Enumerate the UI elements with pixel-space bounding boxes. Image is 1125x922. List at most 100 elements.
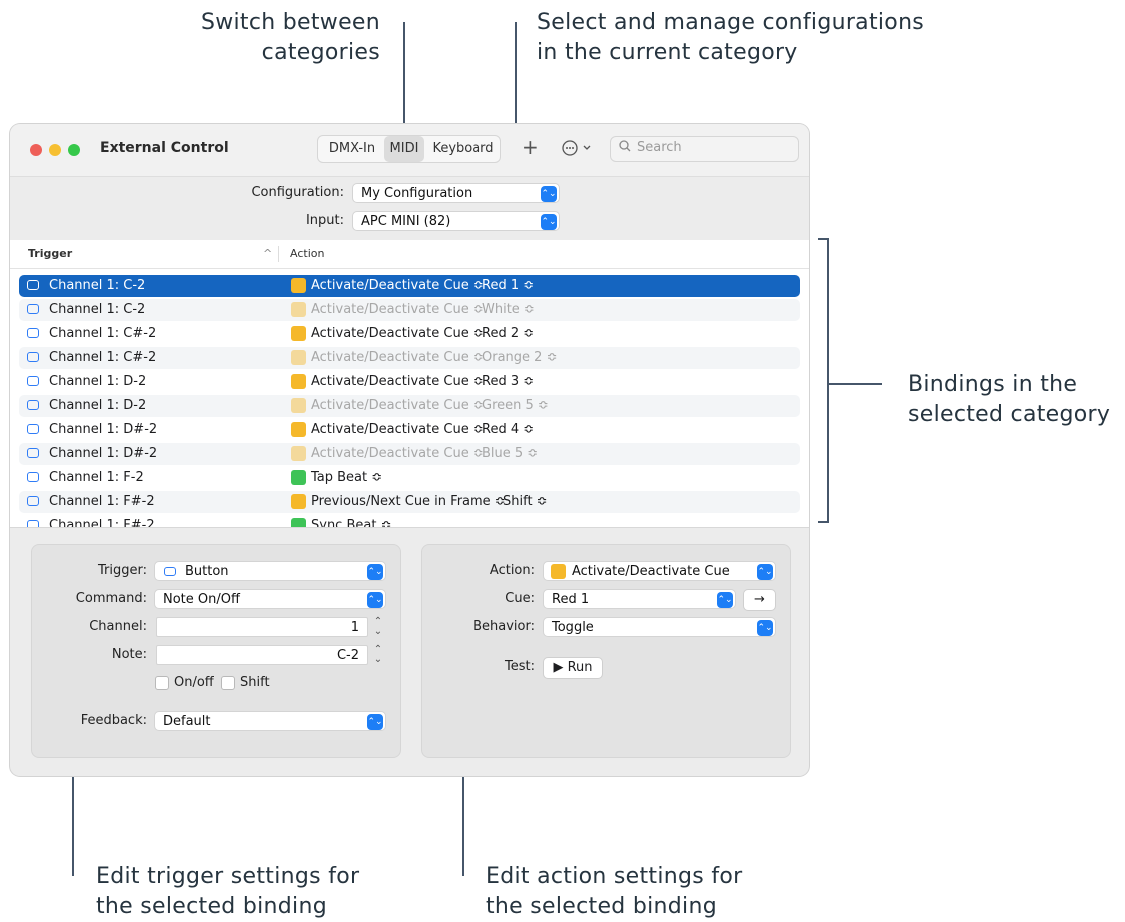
action-cell[interactable]: Tap Beat ≎ bbox=[311, 467, 382, 489]
action-value-cell[interactable]: Green 5 ≎ bbox=[482, 395, 549, 417]
action-cell[interactable]: Activate/Deactivate Cue ≎ bbox=[311, 323, 484, 345]
command-popup[interactable]: Note On/Off ⌃⌄ bbox=[154, 589, 386, 609]
button-trigger-icon bbox=[27, 520, 39, 527]
action-value-cell[interactable]: Blue 5 ≎ bbox=[482, 443, 538, 465]
table-header: Trigger ^ Action bbox=[10, 240, 809, 269]
table-row[interactable]: Channel 1: D-2 Activate/Deactivate Cue ≎ G… bbox=[19, 395, 800, 417]
action-cell[interactable]: Activate/Deactivate Cue ≎ bbox=[311, 299, 484, 321]
chevron-updown-icon: ⌃⌄ bbox=[717, 592, 733, 608]
action-cell[interactable]: Activate/Deactivate Cue ≎ bbox=[311, 275, 484, 297]
magnifier-svg bbox=[619, 140, 631, 152]
onoff-checkbox[interactable] bbox=[155, 676, 169, 690]
note-field[interactable]: C-2 bbox=[156, 645, 368, 665]
search-field[interactable]: Search bbox=[610, 136, 799, 162]
cue-action-icon bbox=[291, 326, 306, 341]
table-row[interactable]: Channel 1: C-2 Activate/Deactivate Cue ≎ R… bbox=[19, 275, 800, 297]
plus-icon[interactable]: + bbox=[522, 135, 539, 159]
annotation-line-1: Edit action settings for bbox=[486, 864, 743, 889]
channel-label: Channel: bbox=[89, 619, 147, 634]
feedback-value: Default bbox=[163, 714, 211, 729]
chevron-updown-icon: ⌃⌄ bbox=[367, 564, 383, 580]
onoff-label: On/off bbox=[174, 675, 214, 690]
column-divider[interactable] bbox=[278, 246, 279, 262]
action-label: Action: bbox=[489, 563, 535, 578]
shift-checkbox[interactable] bbox=[221, 676, 235, 690]
trigger-cell: Channel 1: D#-2 bbox=[49, 422, 158, 437]
annotation-bracket-pointer bbox=[828, 383, 882, 385]
action-cell[interactable]: Activate/Deactivate Cue ≎ bbox=[311, 371, 484, 393]
search-icon bbox=[619, 139, 631, 157]
button-trigger-icon bbox=[27, 328, 39, 338]
column-header-action[interactable]: Action bbox=[290, 247, 324, 260]
channel-stepper[interactable]: ⌃ ⌄ bbox=[372, 617, 384, 637]
tab-dmx-in[interactable]: DMX-In bbox=[322, 136, 382, 162]
trigger-label: Trigger: bbox=[98, 563, 147, 578]
table-row[interactable]: Channel 1: F#-2 Previous/Next Cue in Fram… bbox=[19, 491, 800, 513]
input-popup[interactable]: APC MINI (82) ⌃⌄ bbox=[352, 211, 560, 231]
action-value-cell[interactable]: White ≎ bbox=[482, 299, 535, 321]
tab-keyboard[interactable]: Keyboard bbox=[428, 136, 498, 162]
chevron-updown-icon: ⌃⌄ bbox=[541, 214, 557, 230]
trigger-type-popup[interactable]: Button ⌃⌄ bbox=[154, 561, 386, 581]
external-control-window: External Control DMX-In MIDI Keyboard + … bbox=[10, 124, 809, 776]
chevron-updown-icon: ⌃⌄ bbox=[757, 620, 773, 636]
annotation-bracket-bottom bbox=[818, 521, 828, 523]
category-segmented-control: DMX-In MIDI Keyboard bbox=[317, 135, 501, 163]
annotation-bracket-top bbox=[818, 238, 828, 240]
action-value-cell[interactable]: Red 2 ≎ bbox=[482, 323, 534, 345]
annotation-line-1: Select and manage configurations bbox=[537, 10, 925, 35]
trigger-settings-panel: Trigger: Button ⌃⌄ Command: Note On/Off … bbox=[31, 544, 401, 758]
column-header-trigger[interactable]: Trigger bbox=[28, 247, 72, 260]
go-to-cue-button[interactable]: → bbox=[743, 589, 776, 611]
ellipsis-circle-icon[interactable] bbox=[561, 137, 595, 164]
configuration-label: Configuration: bbox=[251, 185, 344, 200]
annotation-line-2: the selected binding bbox=[96, 894, 327, 919]
action-cell[interactable]: Previous/Next Cue in Frame ≎ bbox=[311, 491, 506, 513]
action-cell[interactable]: Activate/Deactivate Cue ≎ bbox=[311, 347, 484, 369]
split-divider[interactable] bbox=[10, 527, 809, 528]
configuration-area: Configuration: My Configuration ⌃⌄ Input… bbox=[10, 176, 809, 241]
cue-value: Red 1 bbox=[552, 592, 590, 607]
zoom-window-icon[interactable] bbox=[68, 144, 80, 156]
action-value-cell[interactable]: Red 4 ≎ bbox=[482, 419, 534, 441]
cue-action-icon bbox=[291, 350, 306, 365]
minimize-window-icon[interactable] bbox=[49, 144, 61, 156]
table-row[interactable]: Channel 1: F#-2 Sync Beat ≎ bbox=[19, 515, 800, 527]
action-value-cell[interactable]: Red 1 ≎ bbox=[482, 275, 534, 297]
channel-field[interactable]: 1 bbox=[156, 617, 368, 637]
action-value-cell[interactable]: Orange 2 ≎ bbox=[482, 347, 557, 369]
shift-label: Shift bbox=[240, 675, 270, 690]
table-row[interactable]: Channel 1: C#-2 Activate/Deactivate Cue ≎… bbox=[19, 323, 800, 345]
tab-midi[interactable]: MIDI bbox=[384, 136, 424, 162]
table-row[interactable]: Channel 1: D#-2 Activate/Deactivate Cue ≎… bbox=[19, 443, 800, 465]
action-value-cell[interactable]: Shift ≎ bbox=[503, 491, 548, 513]
search-placeholder: Search bbox=[637, 140, 682, 155]
trigger-cell: Channel 1: C-2 bbox=[49, 302, 146, 317]
action-value-cell[interactable]: Red 3 ≎ bbox=[482, 371, 534, 393]
behavior-popup[interactable]: Toggle ⌃⌄ bbox=[543, 617, 776, 637]
table-row[interactable]: Channel 1: D-2 Activate/Deactivate Cue ≎ R… bbox=[19, 371, 800, 393]
cue-action-icon bbox=[291, 398, 306, 413]
feedback-popup[interactable]: Default ⌃⌄ bbox=[154, 711, 386, 731]
table-row[interactable]: Channel 1: C-2 Activate/Deactivate Cue ≎ W… bbox=[19, 299, 800, 321]
table-row[interactable]: Channel 1: D#-2 Activate/Deactivate Cue ≎… bbox=[19, 419, 800, 441]
button-trigger-icon bbox=[27, 424, 39, 434]
sort-ascending-icon[interactable]: ^ bbox=[263, 247, 272, 260]
chevron-updown-icon: ⌃⌄ bbox=[541, 186, 557, 202]
trigger-cell: Channel 1: F#-2 bbox=[49, 494, 155, 509]
chevron-updown-icon: ⌃⌄ bbox=[367, 592, 383, 608]
note-stepper[interactable]: ⌃ ⌄ bbox=[372, 645, 384, 665]
titlebar: External Control DMX-In MIDI Keyboard + … bbox=[10, 124, 809, 176]
table-row[interactable]: Channel 1: F-2 Tap Beat ≎ bbox=[19, 467, 800, 489]
table-row[interactable]: Channel 1: C#-2 Activate/Deactivate Cue ≎… bbox=[19, 347, 800, 369]
close-window-icon[interactable] bbox=[30, 144, 42, 156]
action-cell[interactable]: Activate/Deactivate Cue ≎ bbox=[311, 419, 484, 441]
configuration-popup[interactable]: My Configuration ⌃⌄ bbox=[352, 183, 560, 203]
action-cell[interactable]: Sync Beat ≎ bbox=[311, 515, 391, 527]
action-cell[interactable]: Activate/Deactivate Cue ≎ bbox=[311, 395, 484, 417]
action-cell[interactable]: Activate/Deactivate Cue ≎ bbox=[311, 443, 484, 465]
chevron-updown-icon: ⌃⌄ bbox=[757, 564, 773, 580]
cue-popup[interactable]: Red 1 ⌃⌄ bbox=[543, 589, 736, 609]
run-button[interactable]: ▶ Run bbox=[543, 657, 603, 679]
action-popup[interactable]: Activate/Deactivate Cue ⌃⌄ bbox=[543, 561, 776, 581]
